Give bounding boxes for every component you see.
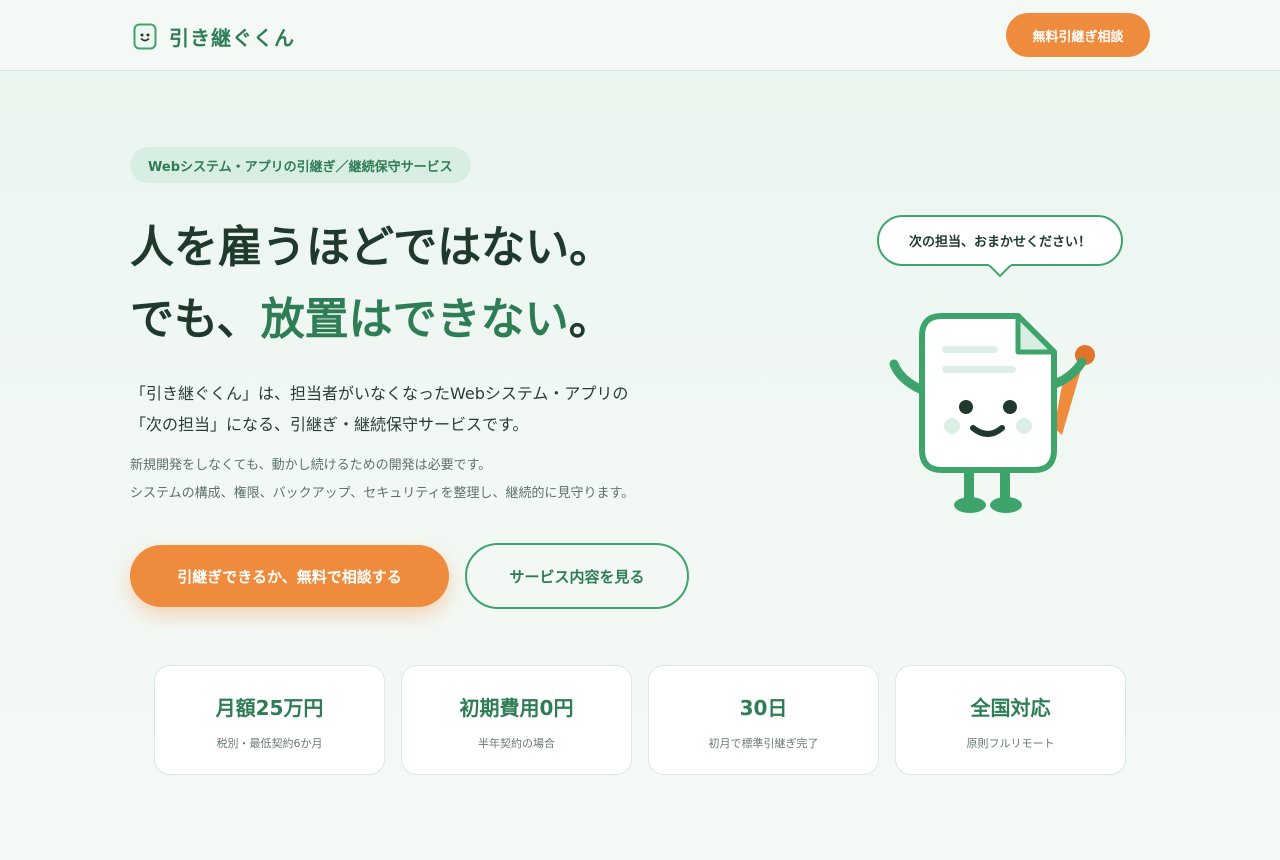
- stat-card: 初期費用0円 半年契約の場合: [401, 665, 632, 775]
- stat-value: 初期費用0円: [459, 696, 574, 720]
- speech-bubble-tail: [987, 264, 1013, 278]
- stat-card: 全国対応 原則フルリモート: [895, 665, 1126, 775]
- headline-line-2-suffix: 。: [568, 294, 613, 345]
- hero-lead: 「引き継ぐくん」は、担当者がいなくなったWebシステム・アプリの 「次の担当」に…: [130, 378, 770, 440]
- brand-logo[interactable]: 引き継ぐくん: [133, 22, 295, 51]
- stat-value: 月額25万円: [215, 696, 324, 720]
- header-consultation-button[interactable]: 無料引継ぎ相談: [1006, 13, 1150, 57]
- pencil-icon: [1054, 345, 1095, 435]
- sub-line-1: 新規開発をしなくても、動かし続けるための開発は必要です。: [130, 458, 492, 473]
- document-mascot-illustration: [889, 313, 1095, 513]
- service-badge: Webシステム・アプリの引継ぎ／継続保守サービス: [130, 147, 471, 183]
- free-consultation-button[interactable]: 引継ぎできるか、無料で相談する: [130, 545, 449, 607]
- stat-value: 全国対応: [970, 696, 1051, 720]
- stat-value: 30日: [739, 696, 788, 720]
- sub-line-2: システムの構成、権限、バックアップ、セキュリティを整理し、継続的に見守ります。: [130, 486, 635, 501]
- mascot-logo-icon: [133, 23, 157, 50]
- brand-name: 引き継ぐくん: [169, 26, 295, 50]
- stat-card: 月額25万円 税別・最低契約6か月: [154, 665, 385, 775]
- lead-line-2: 「次の担当」になる、引継ぎ・継続保守サービスです。: [130, 415, 529, 434]
- stats-row: 月額25万円 税別・最低契約6か月 初期費用0円 半年契約の場合 30日 初月で…: [154, 665, 1126, 775]
- stat-note: 原則フルリモート: [966, 737, 1055, 750]
- headline-line-2-prefix: でも、: [130, 294, 261, 345]
- hero-headline: 人を雇うほどではない。 でも、放置はできない。: [130, 212, 770, 356]
- stat-note: 半年契約の場合: [478, 737, 555, 750]
- lead-line-1: 「引き継ぐくん」は、担当者がいなくなったWebシステム・アプリの: [130, 384, 629, 403]
- stat-card: 30日 初月で標準引継ぎ完了: [648, 665, 879, 775]
- stat-note: 初月で標準引継ぎ完了: [708, 737, 819, 750]
- speech-bubble: 次の担当、おまかせください！: [877, 215, 1123, 266]
- stat-note: 税別・最低契約6か月: [216, 737, 323, 750]
- hero-subtext: 新規開発をしなくても、動かし続けるための開発は必要です。 システムの構成、権限、…: [130, 452, 770, 508]
- site-header: 引き継ぐくん 無料引継ぎ相談: [0, 0, 1280, 71]
- view-services-button[interactable]: サービス内容を見る: [465, 543, 689, 609]
- headline-accent: 放置はできない: [260, 294, 569, 345]
- headline-line-1: 人を雇うほどではない。: [130, 222, 614, 273]
